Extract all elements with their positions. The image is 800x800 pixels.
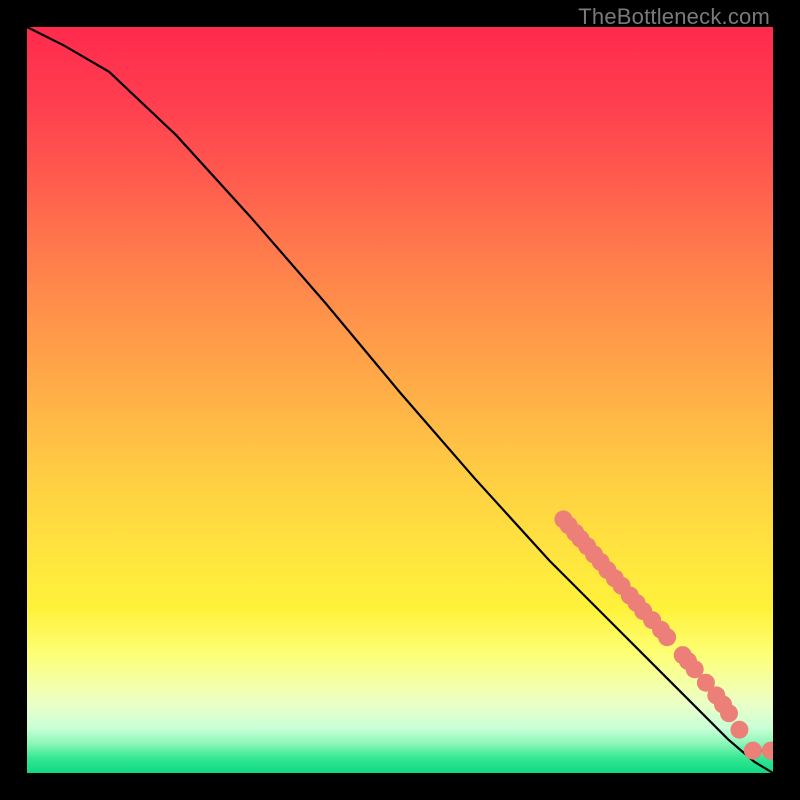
chart-marker bbox=[658, 628, 676, 646]
chart-plot-area bbox=[27, 27, 773, 773]
chart-overlay bbox=[27, 27, 773, 773]
chart-curve bbox=[27, 27, 773, 773]
chart-marker bbox=[762, 742, 773, 760]
chart-marker bbox=[744, 742, 762, 760]
chart-frame: TheBottleneck.com bbox=[0, 0, 800, 800]
chart-markers bbox=[554, 510, 773, 759]
chart-marker bbox=[730, 721, 748, 739]
chart-marker bbox=[720, 704, 738, 722]
